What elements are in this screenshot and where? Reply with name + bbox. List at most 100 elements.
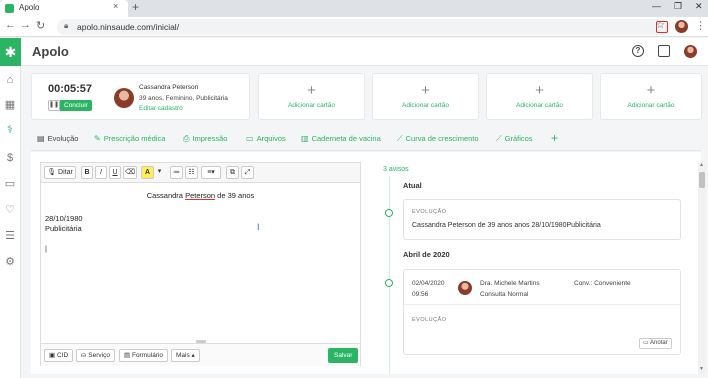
- new-tab-button[interactable]: +: [132, 0, 139, 14]
- windows-icon[interactable]: [658, 45, 670, 57]
- close-tab-icon[interactable]: ×: [113, 1, 118, 11]
- divider: [404, 304, 680, 305]
- fullscreen-icon[interactable]: ⤢: [241, 166, 254, 179]
- tab-label: Arquivos: [256, 134, 286, 143]
- doctor-avatar: [458, 281, 472, 295]
- reload-button[interactable]: ↻: [36, 19, 45, 32]
- extension-icon[interactable]: [656, 21, 668, 33]
- user-avatar[interactable]: [684, 45, 697, 58]
- bold-button[interactable]: B: [81, 166, 93, 179]
- edit-patient-link[interactable]: Editar cadastro: [139, 105, 183, 112]
- timeline-dot: [385, 279, 393, 287]
- favicon-icon: [5, 4, 14, 13]
- stethoscope-icon[interactable]: ⚕: [4, 124, 16, 136]
- add-card-4[interactable]: + Adicionar cartão: [600, 73, 702, 120]
- scroll-down-icon[interactable]: ▼: [699, 366, 704, 372]
- add-card-1[interactable]: + Adicionar cartão: [258, 73, 365, 120]
- close-window-button[interactable]: ✕: [695, 1, 703, 12]
- plus-icon: +: [307, 82, 316, 99]
- service-label: Serviço: [88, 352, 110, 359]
- add-card-2[interactable]: + Adicionar cartão: [372, 73, 479, 120]
- maximize-button[interactable]: ❐: [674, 1, 682, 12]
- text-cursor-icon: I: [257, 222, 260, 232]
- scroll-thumb[interactable]: [699, 172, 705, 188]
- evolution-tag: EVOLUÇÃO: [412, 317, 447, 323]
- title-text: de 39 anos: [215, 191, 255, 200]
- report-icon[interactable]: ☰: [4, 230, 16, 242]
- sidebar: ⌂ ▦ ⚕ $ ▭ ♡ ☰ ⚙: [0, 66, 21, 378]
- tab-evolucao[interactable]: ▤ Evolução: [37, 134, 78, 143]
- text-color-button[interactable]: A: [141, 166, 154, 179]
- url-input[interactable]: 🔒︎ apolo.ninsaude.com/inicial/ ☆: [57, 19, 671, 35]
- form-label: Formulário: [131, 352, 164, 359]
- microphone-icon: 🎙︎: [47, 169, 57, 176]
- add-card-label: Adicionar cartão: [516, 102, 563, 109]
- tabs-divider: [31, 150, 701, 151]
- tab-label: Gráficos: [504, 134, 533, 143]
- money-icon[interactable]: $: [4, 152, 16, 164]
- add-card-label: Adicionar cartão: [627, 102, 675, 109]
- dictate-button[interactable]: 🎙︎ Ditar: [44, 166, 76, 179]
- tab-prescricao[interactable]: ✎ Prescrição médica: [94, 134, 165, 143]
- underline-button[interactable]: U: [109, 166, 121, 179]
- calendar-icon[interactable]: ▦: [4, 99, 16, 111]
- add-card-3[interactable]: + Adicionar cartão: [486, 73, 593, 120]
- alerts-link[interactable]: 3 avisos: [383, 166, 409, 173]
- current-evolution-card: EVOLUÇÃO Cassandra Peterson de 39 anos a…: [403, 199, 681, 240]
- tab-curva[interactable]: ⟋ Curva de crescimento: [397, 134, 479, 144]
- tab-label: Evolução: [47, 134, 79, 143]
- timeline-line: [389, 176, 390, 374]
- tab-graficos[interactable]: ⟋ Gráficos: [496, 134, 533, 144]
- finish-button[interactable]: Concluir: [60, 100, 92, 111]
- add-card-label: Adicionar cartão: [402, 102, 449, 109]
- plus-icon: +: [421, 82, 430, 99]
- add-card-label: Adicionar cartão: [288, 102, 335, 109]
- insurance: Conv.: Conveniente: [574, 280, 631, 287]
- cid-button[interactable]: ▣ CID: [44, 349, 74, 362]
- settings-icon[interactable]: ⚙: [4, 256, 16, 268]
- minimize-button[interactable]: —: [652, 1, 661, 11]
- entry-time: 09:56: [412, 291, 429, 298]
- annotate-button[interactable]: ▭ Anotar: [639, 338, 672, 349]
- editor-title-line: Cassandra Peterson de 39 anos: [41, 191, 360, 200]
- entry-date: 02/04/2020: [412, 280, 445, 287]
- tab-caderneta[interactable]: ▥ Caderneta de vacina: [301, 134, 381, 143]
- ordered-list-icon[interactable]: ≔: [170, 166, 183, 179]
- copy-icon[interactable]: ⧉: [226, 166, 239, 179]
- pill-icon: ✎: [94, 134, 101, 143]
- tab-arquivos[interactable]: ▭ Arquivos: [246, 134, 286, 143]
- more-button[interactable]: Mais ▴: [171, 349, 200, 362]
- consult-type: Consulta Normal: [480, 291, 529, 298]
- save-button[interactable]: Salvar: [328, 348, 359, 363]
- tab-impressao[interactable]: ⎙ Impressão: [183, 134, 227, 144]
- evolution-icon: ▤: [37, 134, 45, 143]
- scrollbar[interactable]: ▲ ▼: [698, 162, 706, 374]
- logo-icon[interactable]: ✱: [0, 38, 21, 66]
- back-button[interactable]: ←: [5, 19, 16, 31]
- italic-button[interactable]: I: [95, 166, 107, 179]
- browser-menu-icon[interactable]: ⋮: [695, 19, 706, 32]
- pause-button[interactable]: ❚❚: [48, 100, 60, 111]
- browser-tab-title: Apolo: [19, 3, 40, 12]
- service-button[interactable]: ⛀ Serviço: [76, 349, 115, 362]
- align-button[interactable]: ≡▾: [201, 166, 221, 179]
- forward-button[interactable]: →: [20, 19, 31, 31]
- timer: 00:05:57: [48, 83, 93, 95]
- editor-textarea[interactable]: Cassandra Peterson de 39 anos 28/10/1980…: [41, 183, 360, 343]
- patient-info: 39 anos, Feminino, Publicitária: [139, 95, 228, 102]
- form-button[interactable]: ▤ Formulário: [119, 349, 169, 362]
- editor-toolbar: 🎙︎ Ditar B I U ⌫ A ▾ ≔ ☷ ≡▾ ⧉ ⤢: [41, 163, 360, 183]
- home-icon[interactable]: ⌂: [4, 74, 16, 86]
- heartbeat-icon[interactable]: ♡: [4, 204, 16, 216]
- eraser-icon[interactable]: ⌫: [123, 166, 137, 179]
- help-icon[interactable]: ?: [632, 45, 644, 57]
- scroll-up-icon[interactable]: ▲: [699, 162, 704, 168]
- browser-profile-avatar[interactable]: [675, 20, 688, 33]
- doctor-name: Dra. Michele Martins: [480, 280, 540, 287]
- chevron-down-icon[interactable]: ▾: [155, 166, 164, 179]
- bag-icon[interactable]: ▭: [4, 178, 16, 190]
- browser-tab[interactable]: Apolo ×: [0, 0, 128, 17]
- app-name: Apolo: [32, 44, 69, 59]
- unordered-list-icon[interactable]: ☷: [185, 166, 198, 179]
- add-tab-button[interactable]: +: [551, 131, 558, 145]
